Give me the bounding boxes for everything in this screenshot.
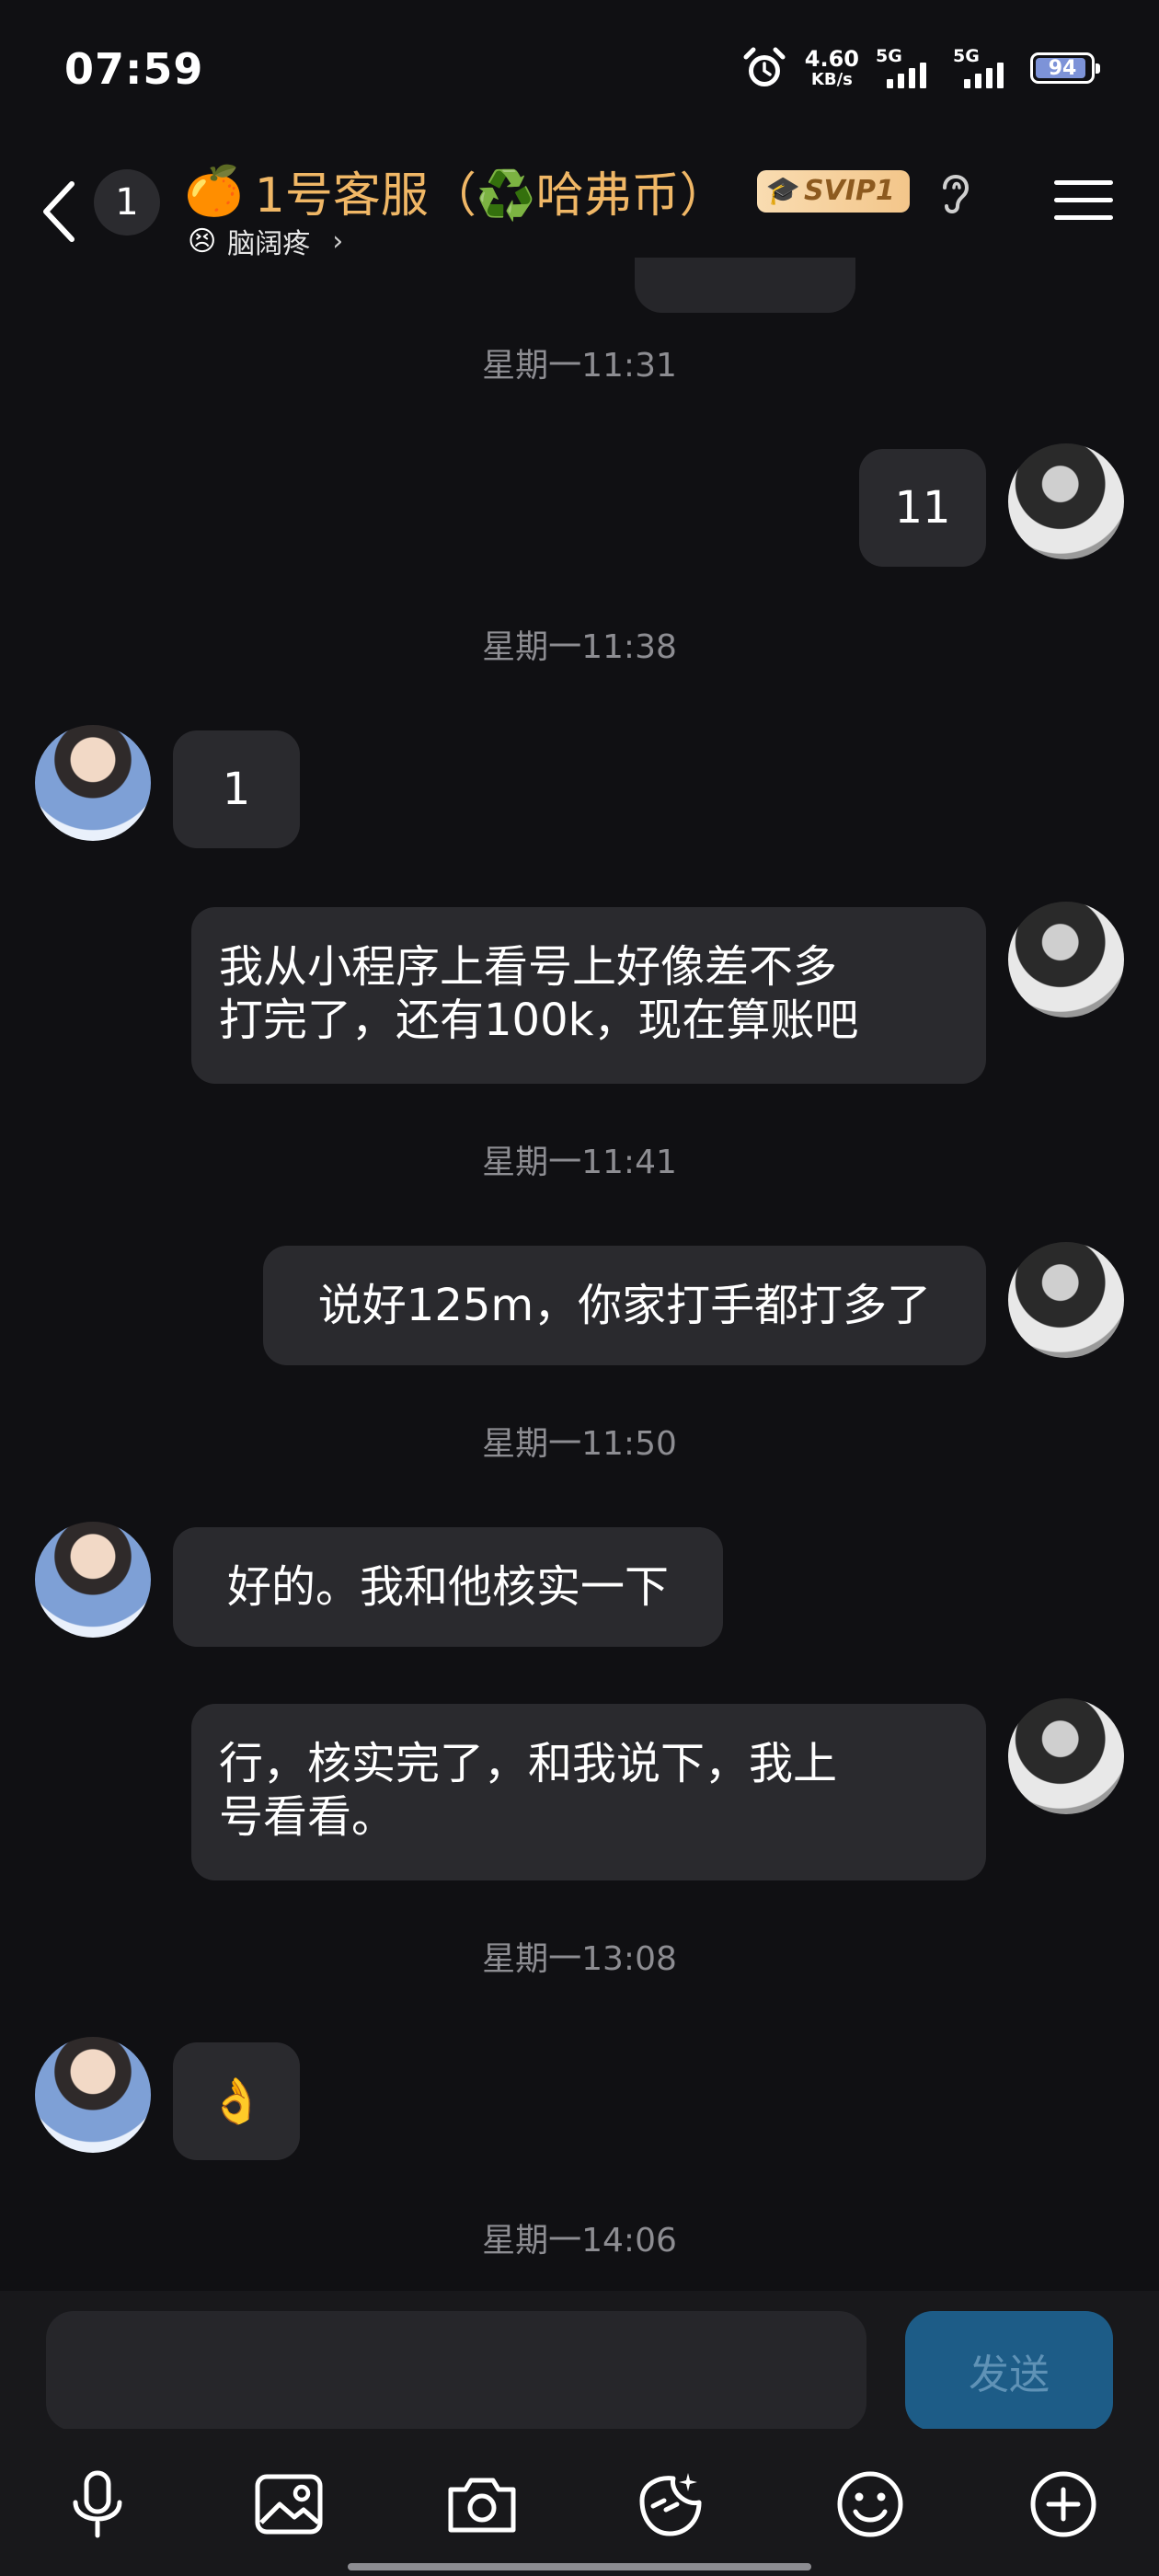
timestamp: 星期一11:31: [482, 347, 677, 385]
graduation-cap-icon: 🎓: [765, 175, 800, 207]
svip-label: SVIP1: [803, 175, 895, 207]
microphone-icon[interactable]: [59, 2466, 136, 2543]
timestamp: 星期一11:50: [482, 1425, 677, 1463]
subtitle-emoji: 😣: [188, 224, 217, 258]
message-bubble-me[interactable]: 行，核实完了，和我说下，我上 号看看。: [191, 1704, 986, 1880]
message-bubble-partial: [635, 258, 855, 313]
plus-icon[interactable]: [1025, 2466, 1102, 2543]
unread-count-badge[interactable]: 1: [94, 169, 160, 236]
avatar-me[interactable]: [1008, 1698, 1124, 1814]
title-emoji: 🍊: [184, 163, 244, 219]
svip-badge[interactable]: 🎓 SVIP1: [756, 169, 910, 213]
chat-title: 1号客服（♻️哈弗币）: [254, 168, 728, 224]
avatar-them[interactable]: [35, 1522, 151, 1638]
chevron-right-icon: ›: [332, 224, 344, 258]
timestamp: 星期一11:38: [482, 628, 677, 666]
avatar-them[interactable]: [35, 2037, 151, 2153]
message-line: 行，核实完了，和我说下，我上: [219, 1738, 838, 1789]
home-indicator[interactable]: [348, 2563, 811, 2570]
message-bubble-me[interactable]: 我从小程序上看号上好像差不多 打完了，还有100k，现在算账吧: [191, 907, 986, 1084]
message-bubble-them[interactable]: 👌: [173, 2042, 300, 2160]
message-bubble-me[interactable]: 说好125m，你家打手都打多了: [263, 1246, 986, 1365]
message-line: 号看看。: [219, 1791, 396, 1843]
message-bubble-them[interactable]: 1: [173, 730, 300, 848]
message-line: 打完了，还有100k，现在算账吧: [219, 995, 859, 1046]
avatar-me[interactable]: [1008, 443, 1124, 559]
timestamp: 星期一14:06: [482, 2222, 677, 2260]
avatar-me[interactable]: [1008, 902, 1124, 1018]
input-toolbar: [0, 2429, 1159, 2576]
timestamp: 星期一11:41: [482, 1144, 677, 1181]
message-bubble-me[interactable]: 11: [859, 449, 986, 567]
sticker-icon[interactable]: [633, 2466, 710, 2543]
alarm-icon: [743, 47, 786, 86]
status-time: 07:59: [64, 44, 204, 94]
message-line: 我从小程序上看号上好像差不多: [219, 941, 838, 993]
timestamp: 星期一13:08: [482, 1940, 677, 1978]
avatar-them[interactable]: [35, 725, 151, 841]
menu-icon[interactable]: [1054, 180, 1113, 236]
network-speed: 4.60 KB/s: [804, 46, 859, 89]
chat-title-row[interactable]: 🍊 1号客服（♻️哈弗币） 🎓 SVIP1: [184, 156, 972, 225]
chat-subtitle: 脑阔疼: [227, 228, 311, 260]
message-input[interactable]: [46, 2311, 866, 2431]
message-list[interactable]: 星期一11:31 11 星期一11:38 1 我从小程序上看号上好像差不多 打完…: [0, 258, 1159, 2291]
back-icon[interactable]: [37, 175, 83, 248]
emoji-icon[interactable]: [832, 2466, 909, 2543]
avatar-me[interactable]: [1008, 1242, 1124, 1358]
signal-icon: 5G: [876, 44, 936, 92]
chat-subtitle-row[interactable]: 😣 脑阔疼 ›: [188, 221, 343, 261]
ear-icon[interactable]: [935, 167, 972, 215]
camera-icon[interactable]: [443, 2466, 521, 2543]
battery-icon: 94: [1030, 52, 1100, 84]
status-bar: 07:59 4.60 KB/s 5G 5G 94: [0, 0, 1159, 147]
message-bubble-them[interactable]: 好的。我和他核实一下: [173, 1527, 723, 1647]
image-icon[interactable]: [250, 2466, 327, 2543]
input-bar: 发送: [0, 2291, 1159, 2431]
send-button[interactable]: 发送: [905, 2311, 1113, 2431]
signal-icon: 5G: [953, 44, 1014, 92]
chat-header: 1 🍊 1号客服（♻️哈弗币） 🎓 SVIP1 😣 脑阔疼 ›: [0, 147, 1159, 285]
status-icons: 4.60 KB/s 5G 5G 94: [740, 44, 1100, 92]
